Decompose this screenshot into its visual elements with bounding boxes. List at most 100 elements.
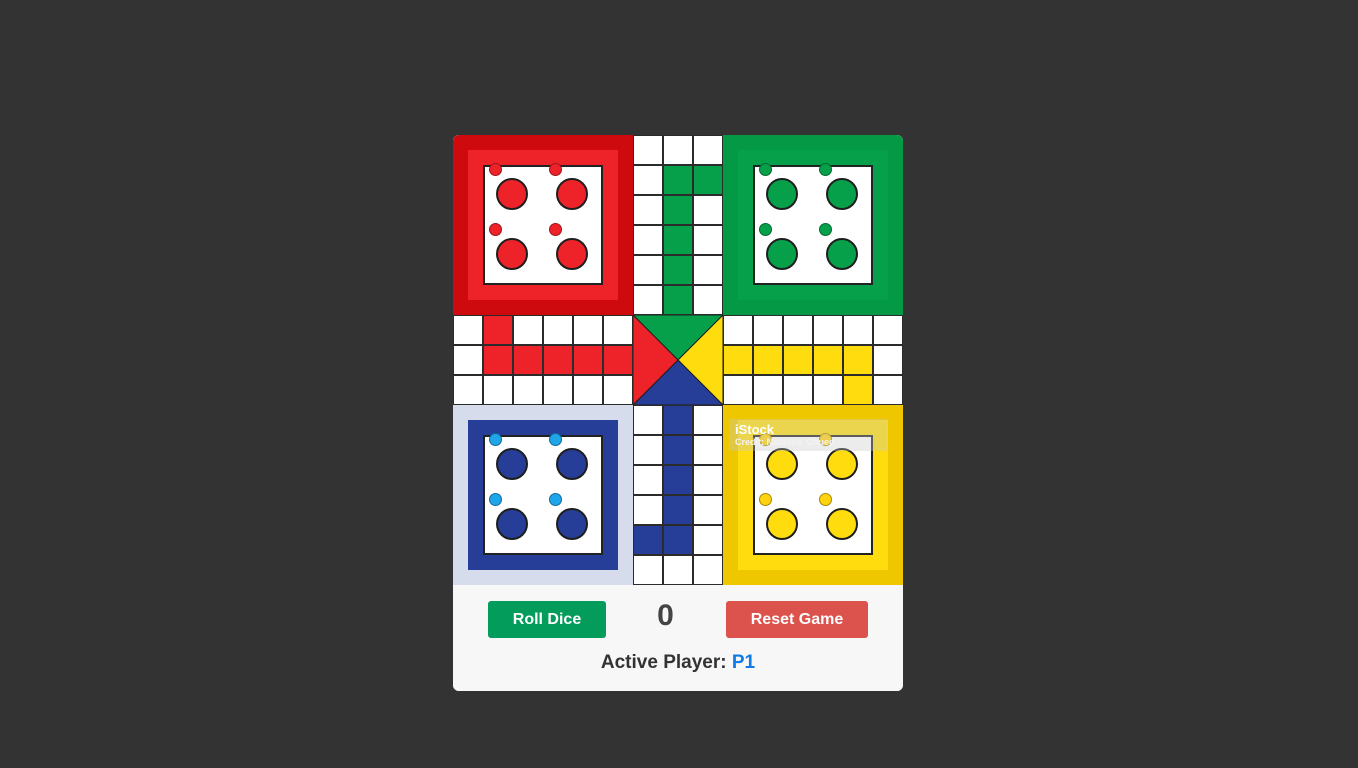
board-cell xyxy=(633,405,663,435)
green-pawn[interactable] xyxy=(819,223,832,236)
watermark-brand: iStock xyxy=(735,422,775,437)
board-cell xyxy=(633,495,663,525)
board-cell xyxy=(543,345,573,375)
board-cell xyxy=(693,525,723,555)
blue-pawn[interactable] xyxy=(549,433,562,446)
board-cell xyxy=(543,375,573,405)
green-pawn[interactable] xyxy=(759,163,772,176)
board-cell xyxy=(573,345,603,375)
yellow-home-spot xyxy=(826,448,858,480)
board-cell xyxy=(633,555,663,585)
board-cell xyxy=(603,375,633,405)
board-cell xyxy=(693,435,723,465)
game-controls: Roll Dice 0 Reset Game Active Player: P1 xyxy=(453,585,903,691)
board-cell xyxy=(453,375,483,405)
board-cell xyxy=(873,315,903,345)
board-cell xyxy=(813,315,843,345)
board-cell xyxy=(723,345,753,375)
board-cell xyxy=(693,465,723,495)
board-cell xyxy=(753,315,783,345)
blue-pawn[interactable] xyxy=(549,493,562,506)
yellow-pawn[interactable] xyxy=(759,493,772,506)
board-cell xyxy=(843,375,873,405)
board-cell xyxy=(663,465,693,495)
board-cell xyxy=(723,375,753,405)
reset-game-button[interactable]: Reset Game xyxy=(726,601,868,638)
stock-watermark: iStock Credit: Natasha_Chuen xyxy=(729,419,887,451)
green-yard xyxy=(723,135,903,315)
board-cell xyxy=(573,315,603,345)
red-pawn[interactable] xyxy=(549,163,562,176)
board-cell xyxy=(633,195,663,225)
home-triangle-center xyxy=(633,315,723,405)
board-cell xyxy=(663,285,693,315)
watermark-credit: Credit: Natasha_Chuen xyxy=(735,437,835,447)
board-cell xyxy=(543,315,573,345)
red-home-spot xyxy=(556,238,588,270)
board-cell xyxy=(663,435,693,465)
green-pawn[interactable] xyxy=(819,163,832,176)
red-home-spot xyxy=(556,178,588,210)
board-cell xyxy=(573,375,603,405)
blue-pawn[interactable] xyxy=(489,433,502,446)
dice-value: 0 xyxy=(657,599,674,632)
red-pawn[interactable] xyxy=(489,223,502,236)
red-pawn[interactable] xyxy=(489,163,502,176)
board-cell xyxy=(453,345,483,375)
board-cell xyxy=(633,525,663,555)
board-cell xyxy=(873,345,903,375)
blue-home-spot xyxy=(556,508,588,540)
board-cell xyxy=(483,315,513,345)
active-player-status: Active Player: P1 xyxy=(453,652,903,674)
board-cell xyxy=(633,435,663,465)
board-cell xyxy=(663,195,693,225)
blue-home-spot xyxy=(496,508,528,540)
green-home-spot xyxy=(766,238,798,270)
blue-pawn[interactable] xyxy=(489,493,502,506)
board-cell xyxy=(843,315,873,345)
board-cell xyxy=(483,345,513,375)
board-cell xyxy=(663,135,693,165)
board-cell xyxy=(693,255,723,285)
red-home-spot xyxy=(496,178,528,210)
board-cell xyxy=(813,375,843,405)
board-cell xyxy=(663,525,693,555)
green-home-spot xyxy=(826,178,858,210)
red-home-spot xyxy=(496,238,528,270)
board-cell xyxy=(693,165,723,195)
board-cell xyxy=(633,255,663,285)
board-cell xyxy=(663,495,693,525)
board-cell xyxy=(873,375,903,405)
roll-dice-button[interactable]: Roll Dice xyxy=(488,601,606,638)
ludo-game-panel: iStock Credit: Natasha_Chuen Roll Dice 0… xyxy=(453,135,903,691)
blue-home-spot xyxy=(556,448,588,480)
red-yard xyxy=(453,135,633,315)
board-cell xyxy=(783,345,813,375)
board-cell xyxy=(513,375,543,405)
board-cell xyxy=(813,345,843,375)
green-home-spot xyxy=(766,178,798,210)
board-cell xyxy=(663,405,693,435)
board-cell xyxy=(633,165,663,195)
ludo-board: iStock Credit: Natasha_Chuen xyxy=(453,135,903,585)
red-pawn[interactable] xyxy=(549,223,562,236)
board-cell xyxy=(843,345,873,375)
board-cell xyxy=(693,405,723,435)
board-cell xyxy=(633,465,663,495)
board-cell xyxy=(783,375,813,405)
board-cell xyxy=(693,195,723,225)
board-cell xyxy=(603,315,633,345)
yellow-home-spot xyxy=(766,448,798,480)
yellow-pawn[interactable] xyxy=(819,493,832,506)
board-cell xyxy=(663,165,693,195)
board-cell xyxy=(633,285,663,315)
board-cell xyxy=(663,555,693,585)
active-player-label: Active Player: xyxy=(600,652,727,673)
board-cell xyxy=(513,345,543,375)
board-cell xyxy=(453,315,483,345)
green-pawn[interactable] xyxy=(759,223,772,236)
board-cell xyxy=(723,315,753,345)
board-cell xyxy=(693,135,723,165)
board-cell xyxy=(753,375,783,405)
board-cell xyxy=(663,225,693,255)
